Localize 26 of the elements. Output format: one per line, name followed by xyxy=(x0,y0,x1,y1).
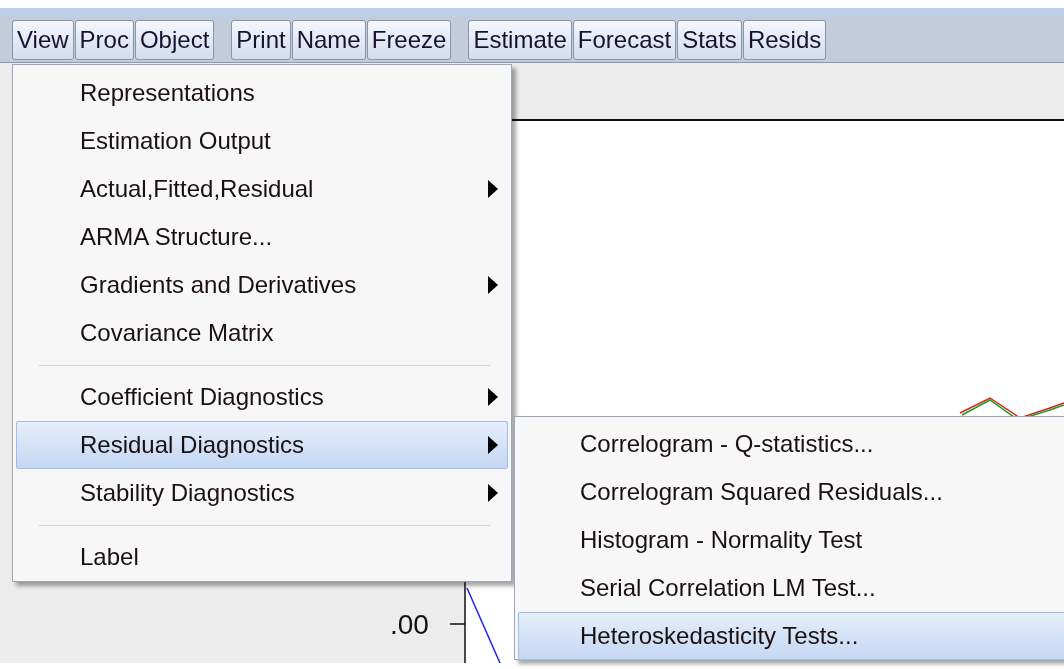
menu-item[interactable]: Histogram - Normality Test xyxy=(518,516,1064,564)
toolbar-button[interactable]: Object xyxy=(134,20,215,60)
toolbar-button[interactable]: Freeze xyxy=(366,20,452,60)
toolbar-button[interactable]: Stats xyxy=(677,20,742,60)
toolbar-button[interactable]: Resids xyxy=(742,20,827,60)
menu-item[interactable]: Heteroskedasticity Tests... xyxy=(518,612,1064,660)
menu-item[interactable]: Coefficient Diagnostics xyxy=(16,373,508,421)
menu-item[interactable]: Estimation Output xyxy=(16,117,508,165)
menu-item[interactable]: Gradients and Derivatives xyxy=(16,261,508,309)
toolbar-button[interactable]: Name xyxy=(291,20,366,60)
menu-item[interactable]: Correlogram Squared Residuals... xyxy=(518,468,1064,516)
toolbar-button[interactable]: Proc xyxy=(74,20,134,60)
menu-item[interactable]: Serial Correlation LM Test... xyxy=(518,564,1064,612)
toolbar-button[interactable]: View xyxy=(12,20,74,60)
axis-tick-label: .00 xyxy=(390,608,429,642)
toolbar-button[interactable]: Estimate xyxy=(468,20,572,60)
menu-item[interactable]: Residual Diagnostics xyxy=(16,421,508,469)
menu-item[interactable]: Representations xyxy=(16,69,508,117)
menu-item[interactable]: Covariance Matrix xyxy=(16,309,508,357)
menu-item[interactable]: Stability Diagnostics xyxy=(16,469,508,517)
menu-item[interactable]: Actual,Fitted,Residual xyxy=(16,165,508,213)
menu-item[interactable]: Correlogram - Q-statistics... xyxy=(518,420,1064,468)
toolbar-button[interactable]: Forecast xyxy=(572,20,677,60)
menu-item[interactable]: Label xyxy=(16,533,508,581)
toolbar-button[interactable]: Print xyxy=(231,20,291,60)
menu-item[interactable]: ARMA Structure... xyxy=(16,213,508,261)
